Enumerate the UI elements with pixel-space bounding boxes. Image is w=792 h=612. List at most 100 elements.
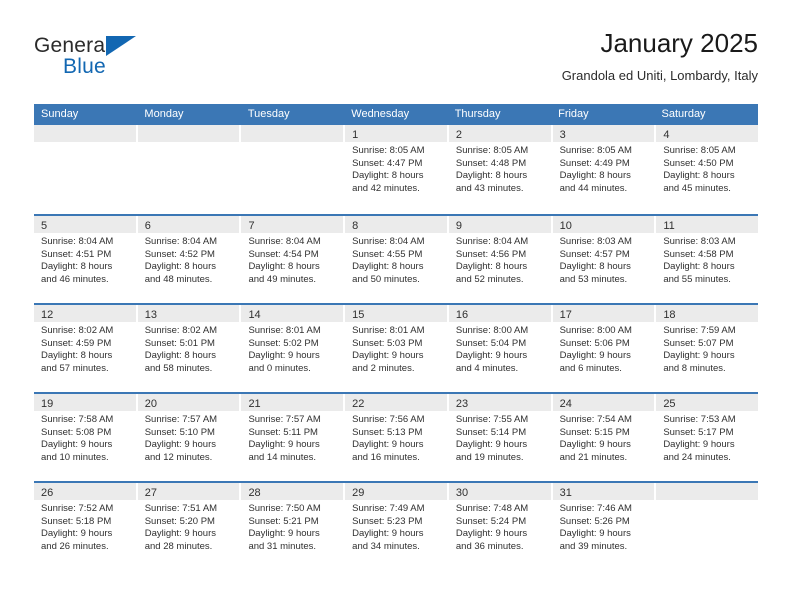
day-cell-body: Sunrise: 8:03 AM Sunset: 4:58 PM Daylight:… xyxy=(656,233,758,286)
daylight-text-line1: Daylight: 8 hours xyxy=(41,261,113,273)
day-cell[interactable]: 18 Sunrise: 7:59 AM Sunset: 5:07 PM Dayligh… xyxy=(656,305,759,392)
day-cell[interactable]: 9 Sunrise: 8:04 AM Sunset: 4:56 PM Daylight… xyxy=(448,216,553,303)
day-cell[interactable]: 23 Sunrise: 7:55 AM Sunset: 5:14 PM Dayligh… xyxy=(448,394,553,481)
day-number-strip: 12 xyxy=(34,305,136,322)
day-number: 12 xyxy=(41,309,54,321)
day-cell[interactable]: 26 Sunrise: 7:52 AM Sunset: 5:18 PM Dayligh… xyxy=(34,483,138,570)
day-cell-body: Sunrise: 8:00 AM Sunset: 5:04 PM Daylight:… xyxy=(449,322,551,375)
day-cell[interactable]: 17 Sunrise: 8:00 AM Sunset: 5:06 PM Dayligh… xyxy=(552,305,657,392)
daylight-text-line2: and 53 minutes. xyxy=(559,273,628,285)
daylight-text-line2: and 36 minutes. xyxy=(455,540,524,552)
day-cell-body: Sunrise: 7:52 AM Sunset: 5:18 PM Daylight:… xyxy=(34,500,136,553)
daylight-text-line1: Daylight: 9 hours xyxy=(248,528,320,540)
day-cell[interactable]: 19 Sunrise: 7:58 AM Sunset: 5:08 PM Dayligh… xyxy=(34,394,138,481)
daylight-text-line2: and 4 minutes. xyxy=(455,362,519,374)
daylight-text-line1: Daylight: 9 hours xyxy=(455,439,528,451)
sunset-text: Sunset: 5:08 PM xyxy=(41,426,112,438)
day-cell[interactable]: 8 Sunrise: 8:04 AM Sunset: 4:55 PM Daylight… xyxy=(345,216,449,303)
sunrise-text: Sunrise: 7:50 AM xyxy=(248,503,321,514)
day-cell[interactable]: 16 Sunrise: 8:00 AM Sunset: 5:04 PM Dayligh… xyxy=(448,305,553,392)
daylight-text-line1: Daylight: 9 hours xyxy=(41,528,113,540)
generalblue-logo[interactable]: General Blue xyxy=(34,34,214,90)
weekday-header-friday: Friday xyxy=(558,108,589,120)
day-number-strip xyxy=(241,125,344,142)
day-cell[interactable]: 7 Sunrise: 8:04 AM Sunset: 4:54 PM Daylight… xyxy=(241,216,346,303)
calendar-week-row: 12 Sunrise: 8:02 AM Sunset: 4:59 PM Dayligh… xyxy=(34,303,759,392)
sunrise-text: Sunrise: 8:03 AM xyxy=(559,236,632,247)
day-cell[interactable]: 25 Sunrise: 7:53 AM Sunset: 5:17 PM Dayligh… xyxy=(656,394,759,481)
sunrise-text: Sunrise: 8:04 AM xyxy=(248,236,321,247)
day-cell-body: Sunrise: 8:04 AM Sunset: 4:52 PM Daylight:… xyxy=(138,233,240,286)
sunrise-text: Sunrise: 8:02 AM xyxy=(41,325,114,336)
day-number: 5 xyxy=(41,220,48,232)
day-number: 16 xyxy=(455,309,469,321)
day-number: 14 xyxy=(248,309,261,321)
day-number-strip: 21 xyxy=(241,394,344,411)
daylight-text-line1: Daylight: 8 hours xyxy=(352,170,424,182)
day-cell[interactable]: 13 Sunrise: 8:02 AM Sunset: 5:01 PM Dayligh… xyxy=(137,305,242,392)
day-number-strip: 13 xyxy=(137,305,240,322)
day-number: 18 xyxy=(663,309,676,321)
day-cell[interactable]: 22 Sunrise: 7:56 AM Sunset: 5:13 PM Dayligh… xyxy=(345,394,449,481)
daylight-text-line2: and 44 minutes. xyxy=(559,182,628,194)
sunrise-text: Sunrise: 7:55 AM xyxy=(455,414,529,425)
day-cell[interactable]: 29 Sunrise: 7:49 AM Sunset: 5:23 PM Dayligh… xyxy=(345,483,449,570)
daylight-text-line2: and 39 minutes. xyxy=(559,540,628,552)
day-cell[interactable]: 31 Sunrise: 7:46 AM Sunset: 5:26 PM Dayligh… xyxy=(552,483,657,570)
day-cell-empty xyxy=(656,483,759,570)
calendar-week-row: 5 Sunrise: 8:04 AM Sunset: 4:51 PM Daylight… xyxy=(34,214,759,303)
day-cell[interactable]: 3 Sunrise: 8:05 AM Sunset: 4:49 PM Daylight… xyxy=(552,125,657,214)
daylight-text-line2: and 50 minutes. xyxy=(352,273,420,285)
day-number: 28 xyxy=(248,487,261,499)
daylight-text-line2: and 57 minutes. xyxy=(41,362,109,374)
day-number-strip: 30 xyxy=(448,483,551,500)
day-number-strip: 29 xyxy=(345,483,447,500)
day-cell[interactable]: 5 Sunrise: 8:04 AM Sunset: 4:51 PM Daylight… xyxy=(34,216,138,303)
sunset-text: Sunset: 5:06 PM xyxy=(559,337,630,349)
day-cell[interactable]: 15 Sunrise: 8:01 AM Sunset: 5:03 PM Dayligh… xyxy=(345,305,449,392)
day-number-strip: 27 xyxy=(137,483,240,500)
sunset-text: Sunset: 5:02 PM xyxy=(248,337,319,349)
daylight-text-line2: and 43 minutes. xyxy=(455,182,524,194)
daylight-text-line2: and 0 minutes. xyxy=(248,362,311,374)
calendar-weeks: 1 Sunrise: 8:05 AM Sunset: 4:47 PM Daylight… xyxy=(34,125,759,570)
day-cell[interactable]: 30 Sunrise: 7:48 AM Sunset: 5:24 PM Dayligh… xyxy=(448,483,553,570)
daylight-text-line2: and 58 minutes. xyxy=(144,362,213,374)
day-cell[interactable]: 11 Sunrise: 8:03 AM Sunset: 4:58 PM Dayligh… xyxy=(656,216,759,303)
sunrise-text: Sunrise: 8:04 AM xyxy=(144,236,218,247)
day-cell-body: Sunrise: 7:58 AM Sunset: 5:08 PM Daylight:… xyxy=(34,411,136,464)
day-cell[interactable]: 14 Sunrise: 8:01 AM Sunset: 5:02 PM Dayligh… xyxy=(241,305,346,392)
sunrise-text: Sunrise: 7:57 AM xyxy=(144,414,218,425)
day-number: 7 xyxy=(248,220,255,232)
day-number-strip: 20 xyxy=(137,394,240,411)
day-cell[interactable]: 6 Sunrise: 8:04 AM Sunset: 4:52 PM Daylight… xyxy=(137,216,242,303)
day-cell[interactable]: 27 Sunrise: 7:51 AM Sunset: 5:20 PM Dayligh… xyxy=(137,483,242,570)
daylight-text-line1: Daylight: 9 hours xyxy=(559,350,631,362)
day-cell[interactable]: 1 Sunrise: 8:05 AM Sunset: 4:47 PM Daylight… xyxy=(345,125,449,214)
day-cell[interactable]: 20 Sunrise: 7:57 AM Sunset: 5:10 PM Dayligh… xyxy=(137,394,242,481)
day-cell[interactable]: 4 Sunrise: 8:05 AM Sunset: 4:50 PM Daylight… xyxy=(656,125,759,214)
day-cell[interactable]: 24 Sunrise: 7:54 AM Sunset: 5:15 PM Dayligh… xyxy=(552,394,657,481)
day-cell[interactable]: 21 Sunrise: 7:57 AM Sunset: 5:11 PM Dayligh… xyxy=(241,394,346,481)
daylight-text-line1: Daylight: 8 hours xyxy=(663,261,735,273)
day-cell[interactable]: 28 Sunrise: 7:50 AM Sunset: 5:21 PM Dayligh… xyxy=(241,483,346,570)
sunset-text: Sunset: 5:10 PM xyxy=(144,426,215,438)
day-number-strip xyxy=(34,125,136,142)
day-number-strip: 15 xyxy=(345,305,447,322)
page-header: General Blue January 2025 Grandola ed Un… xyxy=(34,26,758,98)
daylight-text-line2: and 8 minutes. xyxy=(663,362,726,374)
day-number: 24 xyxy=(559,398,572,410)
calendar-week-row: 26 Sunrise: 7:52 AM Sunset: 5:18 PM Dayligh… xyxy=(34,481,759,570)
day-cell[interactable]: 2 Sunrise: 8:05 AM Sunset: 4:48 PM Daylight… xyxy=(448,125,553,214)
day-number: 30 xyxy=(455,487,469,499)
day-number-strip xyxy=(656,483,759,500)
daylight-text-line2: and 19 minutes. xyxy=(455,451,524,463)
day-cell[interactable]: 10 Sunrise: 8:03 AM Sunset: 4:57 PM Dayligh… xyxy=(552,216,657,303)
day-cell-body: Sunrise: 8:01 AM Sunset: 5:03 PM Daylight:… xyxy=(345,322,447,375)
day-number-strip: 9 xyxy=(448,216,551,233)
day-number: 26 xyxy=(41,487,54,499)
day-cell-body: Sunrise: 8:04 AM Sunset: 4:54 PM Daylight:… xyxy=(241,233,343,286)
sunset-text: Sunset: 4:51 PM xyxy=(41,248,112,260)
day-cell[interactable]: 12 Sunrise: 8:02 AM Sunset: 4:59 PM Dayligh… xyxy=(34,305,138,392)
daylight-text-line1: Daylight: 8 hours xyxy=(559,170,631,182)
